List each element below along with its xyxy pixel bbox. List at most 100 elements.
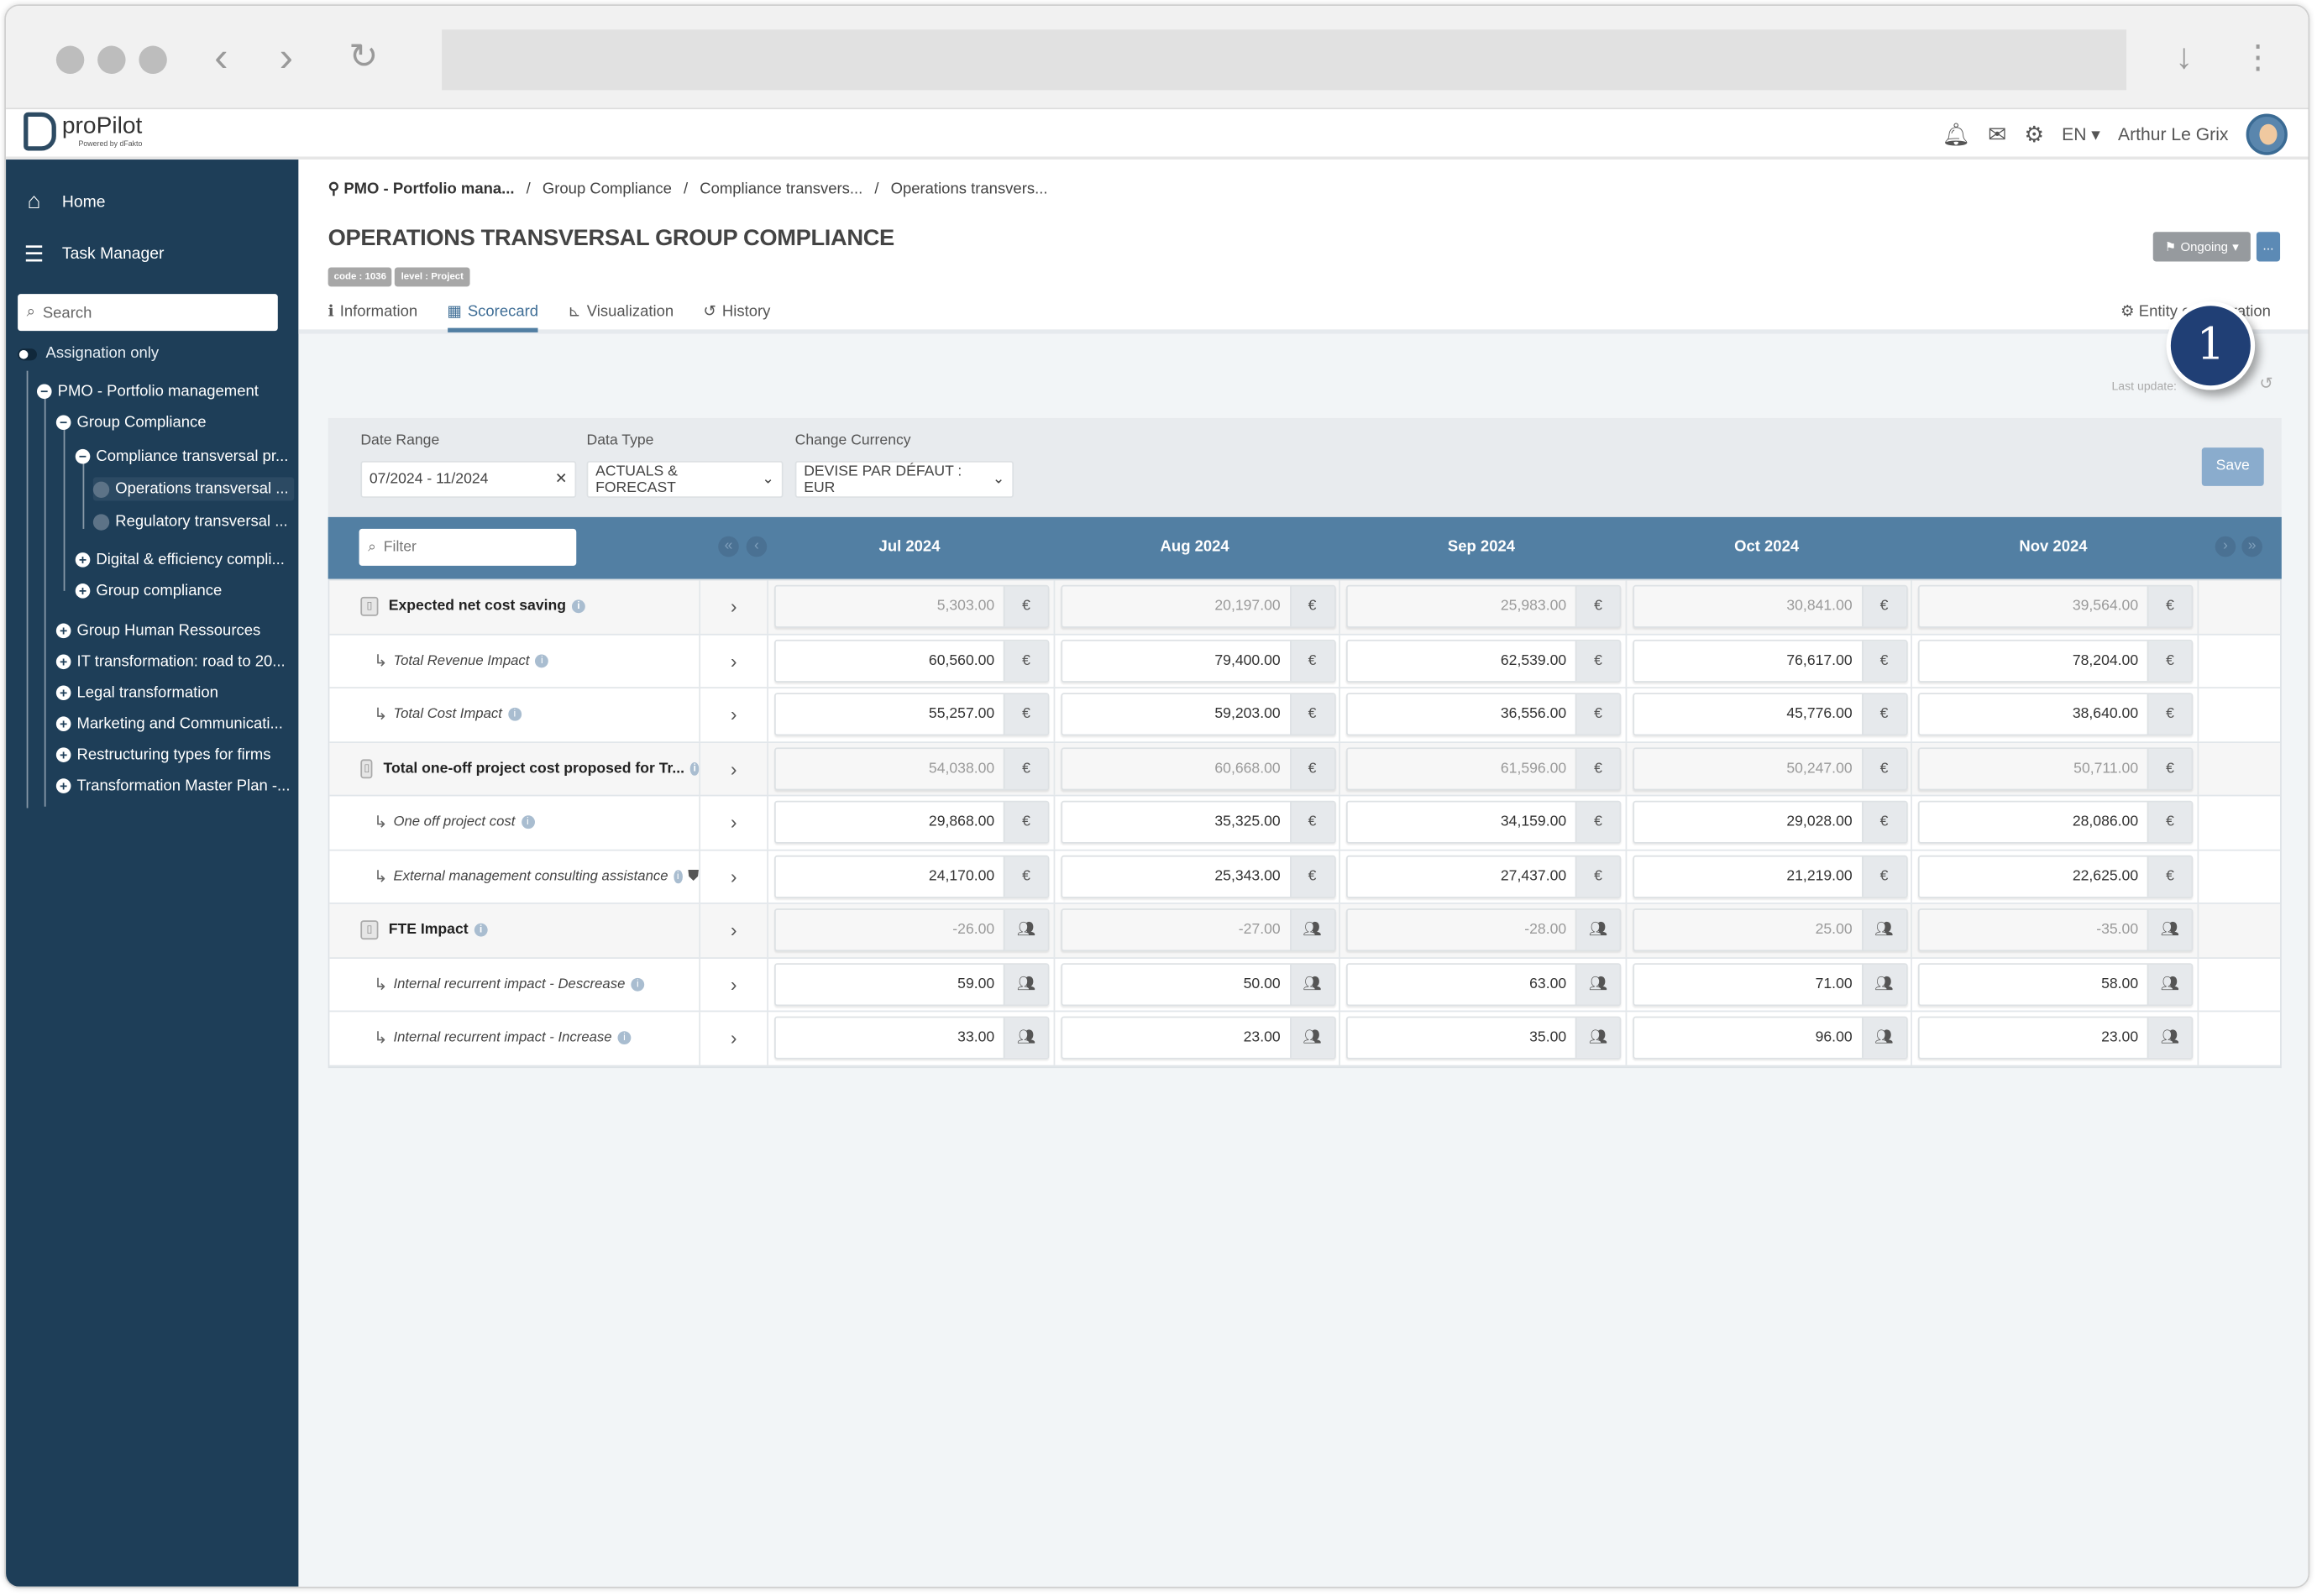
collapse-icon[interactable]: − [55,415,71,431]
prev-page-icon[interactable]: ‹ [746,536,768,557]
value-input[interactable]: 45,776.00 € [1632,693,1907,736]
mail-icon[interactable]: ✉ [1988,121,2006,148]
window-dot[interactable] [55,45,85,74]
value-input[interactable]: 27,437.00 € [1345,855,1622,898]
expand-icon[interactable]: + [75,552,91,568]
reload-icon[interactable]: ↻ [349,35,378,80]
value-input[interactable]: 36,556.00 € [1345,693,1622,736]
menu-kebab-icon[interactable]: ⋮ [2241,35,2274,80]
value-input[interactable]: 23.00 👥︎ [1917,1017,2194,1060]
tree-item[interactable]: + Legal transformation [55,684,218,702]
value-input[interactable]: 22,625.00 € [1917,855,2194,898]
value-input[interactable]: 96.00 👥︎ [1632,1017,1907,1060]
window-dot[interactable] [139,45,167,74]
first-page-icon[interactable]: « [718,536,739,557]
info-icon[interactable]: i [572,599,585,614]
value-input[interactable]: 21,219.00 € [1632,855,1907,898]
user-name[interactable]: Arthur Le Grix [2118,124,2228,145]
value-input[interactable]: 34,159.00 € [1345,801,1622,845]
value-input[interactable]: 29,028.00 € [1632,801,1907,845]
tree-item[interactable]: − PMO - Portfolio management [36,383,259,400]
value-input[interactable]: 78,204.00 € [1917,639,2194,683]
row-expand-chevron-icon[interactable]: › [700,580,768,633]
clear-icon[interactable]: ✕ [555,471,568,487]
breadcrumb-item[interactable]: Compliance transvers... [700,181,862,198]
value-input[interactable]: 23.00 👥︎ [1060,1017,1335,1060]
logo[interactable]: proPilot Powered by dFakto [24,112,142,151]
tree-item[interactable]: Regulatory transversal ... [92,513,288,531]
tab-history[interactable]: ↺ History [703,303,770,332]
tab-visualization[interactable]: ⊾ Visualization [568,303,674,332]
tree-item[interactable]: + Restructuring types for firms [55,746,271,764]
download-icon[interactable]: ↓ [2175,35,2193,80]
gear-icon[interactable]: ⚙ [2024,121,2044,148]
collapse-icon[interactable]: − [36,384,52,400]
value-input[interactable]: 79,400.00 € [1060,639,1335,683]
window-dot[interactable] [97,45,126,74]
status-dropdown[interactable]: ⚑ Ongoing ▾ [2152,232,2251,262]
value-input[interactable]: 50.00 👥︎ [1060,962,1335,1006]
expand-icon[interactable]: + [55,623,71,639]
row-expand-chevron-icon[interactable]: › [700,634,768,688]
expand-icon[interactable]: + [75,583,91,599]
last-page-icon[interactable]: » [2241,536,2262,557]
breadcrumb-item[interactable]: ⚲ PMO - Portfolio mana... [328,181,515,198]
bell-icon[interactable]: 🔔︎ [1942,121,1970,148]
date-range-input[interactable]: 07/2024 - 11/2024 ✕ [360,460,577,498]
language-select[interactable]: EN ▾ [2062,124,2100,145]
tree-item-selected[interactable]: Operations transversal ... [92,477,295,501]
row-expand-chevron-icon[interactable]: › [700,1012,768,1065]
expand-icon[interactable]: + [55,654,71,670]
value-input[interactable]: 59,203.00 € [1060,693,1335,736]
value-input[interactable]: 71.00 👥︎ [1632,962,1907,1006]
value-input[interactable]: 60,560.00 € [774,639,1050,683]
row-expand-chevron-icon[interactable]: › [700,796,768,849]
expand-icon[interactable]: + [55,685,71,701]
expand-icon[interactable]: + [55,778,71,793]
data-type-select[interactable]: ACTUALS & FORECAST ⌄ [586,460,784,498]
save-button[interactable]: Save [2201,447,2264,486]
tree-item[interactable]: + Group Human Ressources [55,622,260,640]
sidebar-search-input[interactable]: ⌕ Search [18,294,278,332]
expand-icon[interactable]: + [55,747,71,762]
collapse-toggle-icon[interactable]: ▯ [360,920,379,940]
table-filter-input[interactable]: ⌕ Filter [359,528,577,566]
collapse-icon[interactable]: − [75,448,91,464]
info-icon[interactable]: i [674,869,683,883]
next-page-icon[interactable]: › [2215,536,2236,557]
collapse-toggle-icon[interactable]: ▯ [360,597,379,617]
assignation-toggle[interactable] [18,348,37,361]
tree-item[interactable]: + Group compliance [75,582,222,599]
tree-item[interactable]: − Compliance transversal pr... [75,447,288,465]
info-icon[interactable]: i [690,761,700,776]
value-input[interactable]: 59.00 👥︎ [774,962,1050,1006]
row-expand-chevron-icon[interactable]: › [700,903,768,957]
breadcrumb-item[interactable]: Group Compliance [543,181,672,198]
tab-scorecard[interactable]: ▦ Scorecard [447,303,539,332]
value-input[interactable]: 35.00 👥︎ [1345,1017,1622,1060]
tree-item[interactable]: + IT transformation: road to 20... [55,653,286,671]
tree-item[interactable]: + Digital & efficiency compli... [75,551,285,568]
row-expand-chevron-icon[interactable]: › [700,688,768,741]
breadcrumb-item[interactable]: Operations transvers... [891,181,1048,198]
value-input[interactable]: 35,325.00 € [1060,801,1335,845]
tab-information[interactable]: ℹ Information [328,303,418,332]
avatar[interactable] [2246,113,2288,155]
value-input[interactable]: 29,868.00 € [774,801,1050,845]
tree-item[interactable]: + Marketing and Communicati... [55,715,283,733]
value-input[interactable]: 24,170.00 € [774,855,1050,898]
tree-item[interactable]: − Group Compliance [55,414,207,432]
info-icon[interactable]: i [631,977,645,992]
row-expand-chevron-icon[interactable]: › [700,850,768,903]
currency-select[interactable]: DEVISE PAR DÉFAUT : EUR ⌄ [794,460,1014,498]
row-expand-chevron-icon[interactable]: › [700,742,768,795]
value-input[interactable]: 63.00 👥︎ [1345,962,1622,1006]
value-input[interactable]: 28,086.00 € [1917,801,2194,845]
back-icon[interactable]: ‹ [214,34,228,80]
info-icon[interactable]: i [535,654,549,667]
value-input[interactable]: 62,539.00 € [1345,639,1622,683]
collapse-toggle-icon[interactable]: ▯ [360,758,374,778]
sidebar-item-task-manager[interactable]: ☰ Task Manager [21,241,165,268]
sidebar-item-home[interactable]: ⌂ Home [21,189,106,214]
more-button[interactable]: ... [2256,232,2281,262]
